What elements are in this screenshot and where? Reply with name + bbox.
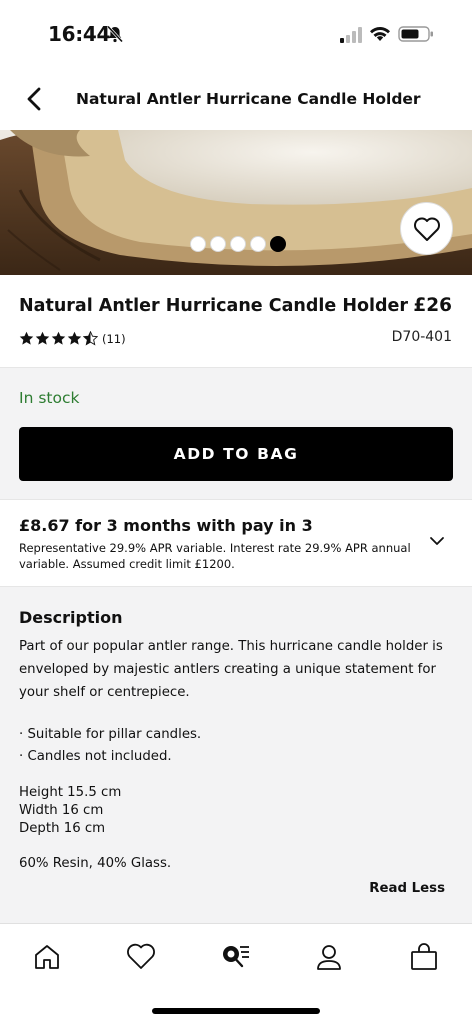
product-image: [0, 130, 472, 275]
read-less-link[interactable]: Read Less: [369, 881, 445, 896]
carousel-dot-active[interactable]: [270, 236, 286, 252]
product-name: Natural Antler Hurricane Candle Holder: [19, 296, 409, 316]
battery-icon: [398, 26, 433, 42]
star-icon: [67, 331, 82, 345]
review-count[interactable]: (11): [102, 332, 126, 346]
material-composition: 60% Resin, 40% Glass.: [19, 856, 172, 871]
description-bullet: · Candles not included.: [19, 749, 172, 764]
bag-icon[interactable]: [408, 941, 440, 973]
status-time: 16:44: [48, 22, 111, 46]
dimension-height: Height 15.5 cm: [19, 785, 122, 800]
page-title: Natural Antler Hurricane Candle Holder: [76, 90, 421, 108]
product-header: Natural Antler Hurricane Candle Holder £…: [0, 275, 472, 367]
back-chevron-icon[interactable]: [22, 86, 46, 112]
pay-in-3-panel[interactable]: £8.67 for 3 months with pay in 3 Represe…: [0, 500, 472, 587]
rating-stars[interactable]: [19, 331, 98, 346]
heart-icon[interactable]: [125, 941, 157, 973]
home-indicator: [152, 1008, 320, 1014]
home-icon[interactable]: [31, 941, 63, 973]
star-icon: [19, 331, 34, 345]
heart-icon: [413, 217, 440, 241]
description-bullet: · Suitable for pillar candles.: [19, 727, 202, 742]
carousel-dot[interactable]: [230, 236, 246, 252]
pay-in-3-title: £8.67 for 3 months with pay in 3: [19, 516, 313, 535]
product-price: £26: [413, 295, 452, 316]
wifi-icon: [370, 26, 390, 41]
nav-bar: Natural Antler Hurricane Candle Holder: [0, 66, 472, 130]
description-body: Part of our popular antler range. This h…: [19, 639, 443, 700]
stock-status: In stock: [19, 389, 80, 407]
half-star-icon: [83, 331, 98, 346]
carousel-dot[interactable]: [190, 236, 206, 252]
star-icon: [51, 331, 66, 345]
dimension-width: Width 16 cm: [19, 803, 104, 818]
carousel-indicators: [190, 236, 286, 252]
bottom-tab-bar: [0, 923, 472, 1024]
signal-icon: [340, 27, 362, 43]
account-icon[interactable]: [313, 941, 345, 973]
description-section: Description Part of our popular antler r…: [0, 587, 472, 923]
bell-muted-icon: [106, 25, 124, 43]
chevron-down-icon[interactable]: [428, 534, 446, 548]
add-to-bag-button[interactable]: ADD TO BAG: [19, 427, 453, 481]
product-image-carousel[interactable]: [0, 130, 472, 275]
search-list-icon[interactable]: [219, 941, 251, 973]
pay-in-3-terms: Representative 29.9% APR variable. Inter…: [19, 541, 411, 571]
wishlist-button[interactable]: [400, 202, 453, 255]
dimension-depth: Depth 16 cm: [19, 821, 106, 836]
status-bar: 16:44: [0, 0, 472, 66]
purchase-section: In stock ADD TO BAG: [0, 367, 472, 500]
description-heading: Description: [19, 608, 123, 627]
carousel-dot[interactable]: [210, 236, 226, 252]
product-sku: D70-401: [391, 329, 452, 345]
star-icon: [35, 331, 50, 345]
carousel-dot[interactable]: [250, 236, 266, 252]
